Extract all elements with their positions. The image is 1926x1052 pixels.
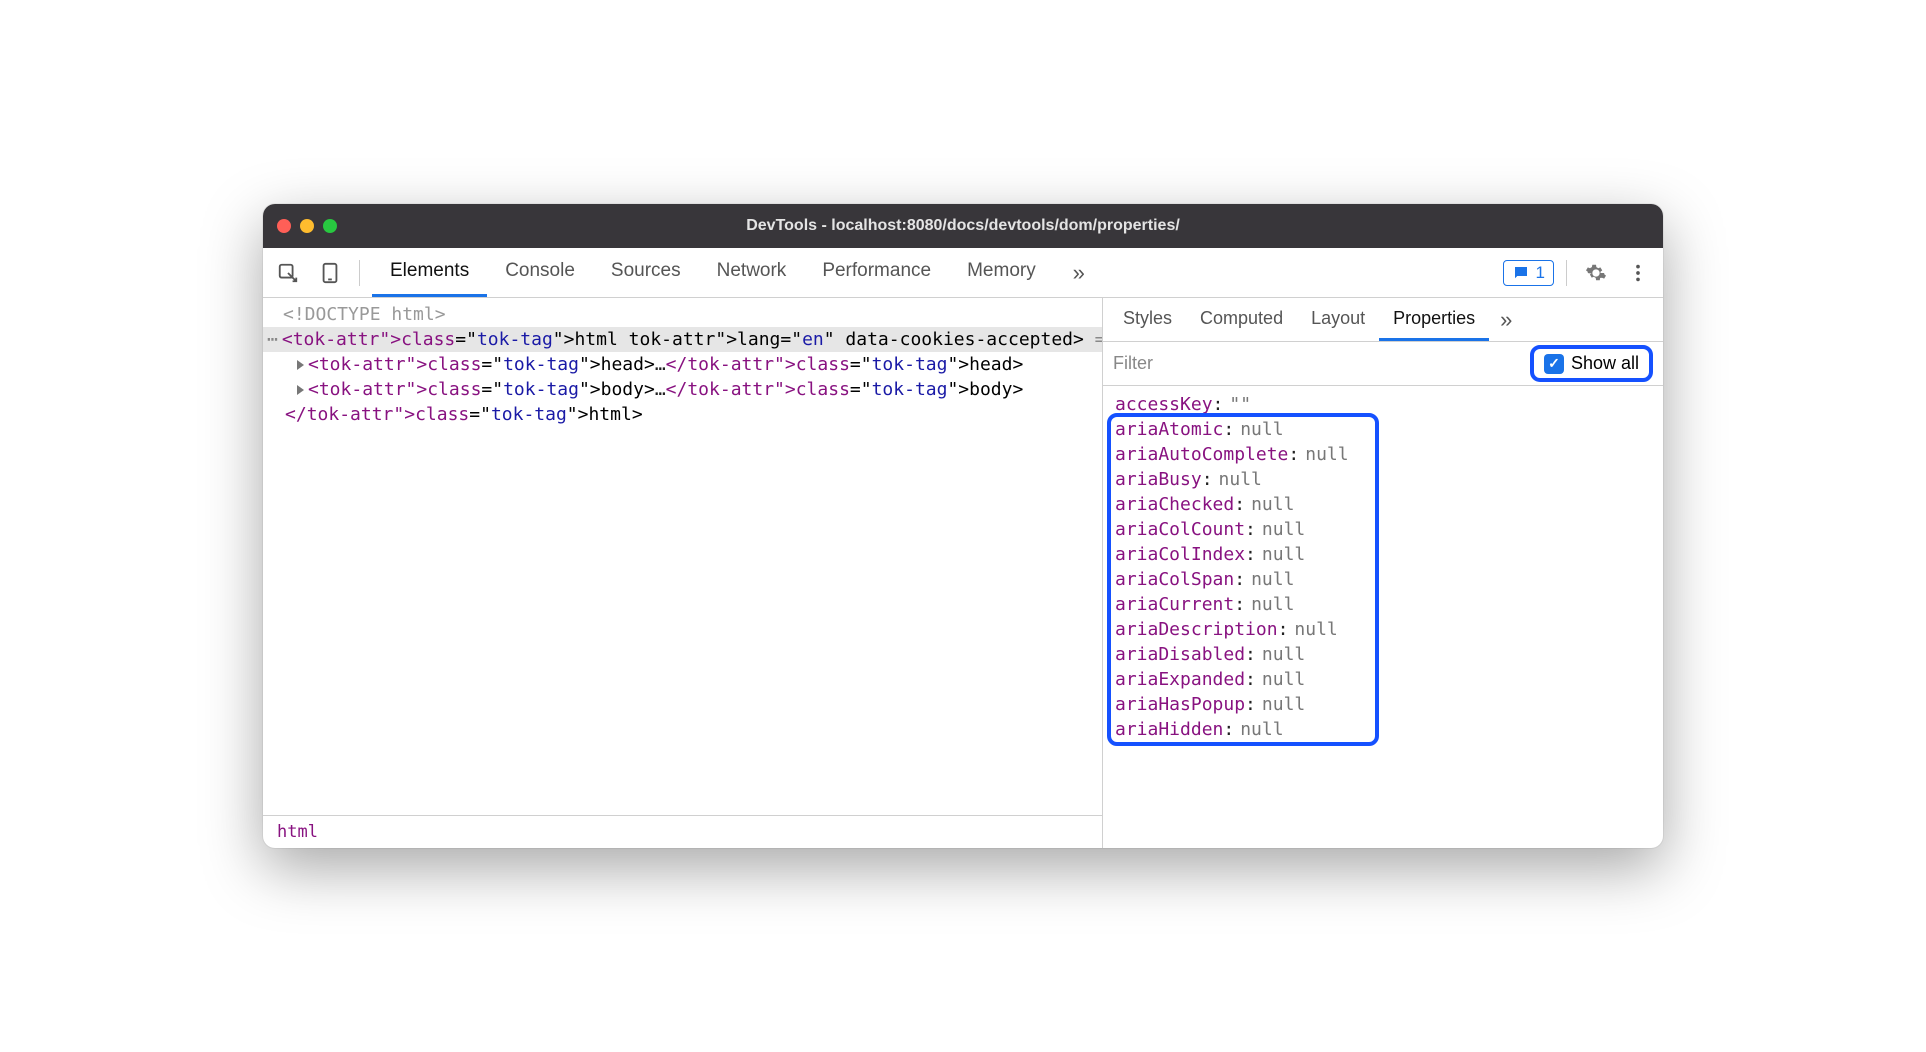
tab-performance[interactable]: Performance bbox=[804, 248, 949, 297]
sidebar-tab-computed[interactable]: Computed bbox=[1186, 298, 1297, 341]
filter-input[interactable] bbox=[1113, 353, 1520, 374]
breadcrumb[interactable]: html bbox=[263, 815, 1102, 848]
property-row[interactable]: ariaColSpan:null bbox=[1115, 567, 1651, 592]
show-all-label: Show all bbox=[1571, 353, 1639, 374]
dom-doctype[interactable]: <!DOCTYPE html> bbox=[263, 302, 1102, 327]
expand-triangle-icon[interactable] bbox=[297, 360, 304, 370]
property-row[interactable]: ariaHasPopup:null bbox=[1115, 692, 1651, 717]
property-row[interactable]: ariaDisabled:null bbox=[1115, 642, 1651, 667]
traffic-lights bbox=[277, 219, 337, 233]
property-row[interactable]: ariaDescription:null bbox=[1115, 617, 1651, 642]
tab-sources[interactable]: Sources bbox=[593, 248, 699, 297]
more-sidebar-tabs-icon[interactable]: » bbox=[1489, 303, 1523, 337]
dom-node[interactable]: </tok-attr">class="tok-tag">html> bbox=[263, 402, 1102, 427]
property-row[interactable]: ariaCurrent:null bbox=[1115, 592, 1651, 617]
main-toolbar: ElementsConsoleSourcesNetworkPerformance… bbox=[263, 248, 1663, 298]
window-title: DevTools - localhost:8080/docs/devtools/… bbox=[746, 217, 1180, 235]
divider bbox=[359, 260, 360, 286]
dom-node[interactable]: ⋯<tok-attr">class="tok-tag">html tok-att… bbox=[263, 327, 1102, 352]
dom-tree[interactable]: <!DOCTYPE html>⋯<tok-attr">class="tok-ta… bbox=[263, 298, 1102, 815]
content-area: <!DOCTYPE html>⋯<tok-attr">class="tok-ta… bbox=[263, 298, 1663, 848]
property-row[interactable]: ariaBusy:null bbox=[1115, 467, 1651, 492]
tab-memory[interactable]: Memory bbox=[949, 248, 1054, 297]
tab-console[interactable]: Console bbox=[487, 248, 593, 297]
issues-badge[interactable]: 1 bbox=[1503, 260, 1554, 286]
titlebar: DevTools - localhost:8080/docs/devtools/… bbox=[263, 204, 1663, 248]
sidebar-tab-properties[interactable]: Properties bbox=[1379, 298, 1489, 341]
sidebar-tabs: StylesComputedLayoutProperties» bbox=[1103, 298, 1663, 342]
tab-network[interactable]: Network bbox=[699, 248, 805, 297]
devtools-window: DevTools - localhost:8080/docs/devtools/… bbox=[263, 204, 1663, 848]
elements-pane: <!DOCTYPE html>⋯<tok-attr">class="tok-ta… bbox=[263, 298, 1103, 848]
sidebar-pane: StylesComputedLayoutProperties» ✓ Show a… bbox=[1103, 298, 1663, 848]
main-tabs: ElementsConsoleSourcesNetworkPerformance… bbox=[372, 248, 1054, 297]
settings-gear-icon[interactable] bbox=[1579, 256, 1613, 290]
filter-row: ✓ Show all bbox=[1103, 342, 1663, 386]
properties-list[interactable]: accessKey:""ariaAtomic:nullariaAutoCompl… bbox=[1103, 386, 1663, 848]
close-window-icon[interactable] bbox=[277, 219, 291, 233]
more-tabs-icon[interactable]: » bbox=[1062, 256, 1096, 290]
minimize-window-icon[interactable] bbox=[300, 219, 314, 233]
dom-node[interactable]: <tok-attr">class="tok-tag">head>…</tok-a… bbox=[263, 352, 1102, 377]
divider bbox=[1566, 260, 1567, 286]
property-row[interactable]: ariaExpanded:null bbox=[1115, 667, 1651, 692]
tab-elements[interactable]: Elements bbox=[372, 248, 487, 297]
sidebar-tab-layout[interactable]: Layout bbox=[1297, 298, 1379, 341]
property-row[interactable]: ariaAtomic:null bbox=[1115, 417, 1651, 442]
property-row[interactable]: ariaColCount:null bbox=[1115, 517, 1651, 542]
issues-count: 1 bbox=[1536, 263, 1545, 283]
show-all-toggle[interactable]: ✓ Show all bbox=[1530, 345, 1653, 382]
property-row[interactable]: ariaAutoComplete:null bbox=[1115, 442, 1651, 467]
inspect-element-icon[interactable] bbox=[271, 256, 305, 290]
checkbox-checked-icon: ✓ bbox=[1544, 354, 1564, 374]
property-row[interactable]: ariaChecked:null bbox=[1115, 492, 1651, 517]
property-row[interactable]: ariaHidden:null bbox=[1115, 717, 1651, 742]
dom-node[interactable]: <tok-attr">class="tok-tag">body>…</tok-a… bbox=[263, 377, 1102, 402]
property-row[interactable]: ariaColIndex:null bbox=[1115, 542, 1651, 567]
device-toolbar-icon[interactable] bbox=[313, 256, 347, 290]
expand-triangle-icon[interactable] bbox=[297, 385, 304, 395]
sidebar-tab-styles[interactable]: Styles bbox=[1109, 298, 1186, 341]
property-row[interactable]: accessKey:"" bbox=[1115, 392, 1651, 417]
maximize-window-icon[interactable] bbox=[323, 219, 337, 233]
kebab-menu-icon[interactable] bbox=[1621, 256, 1655, 290]
